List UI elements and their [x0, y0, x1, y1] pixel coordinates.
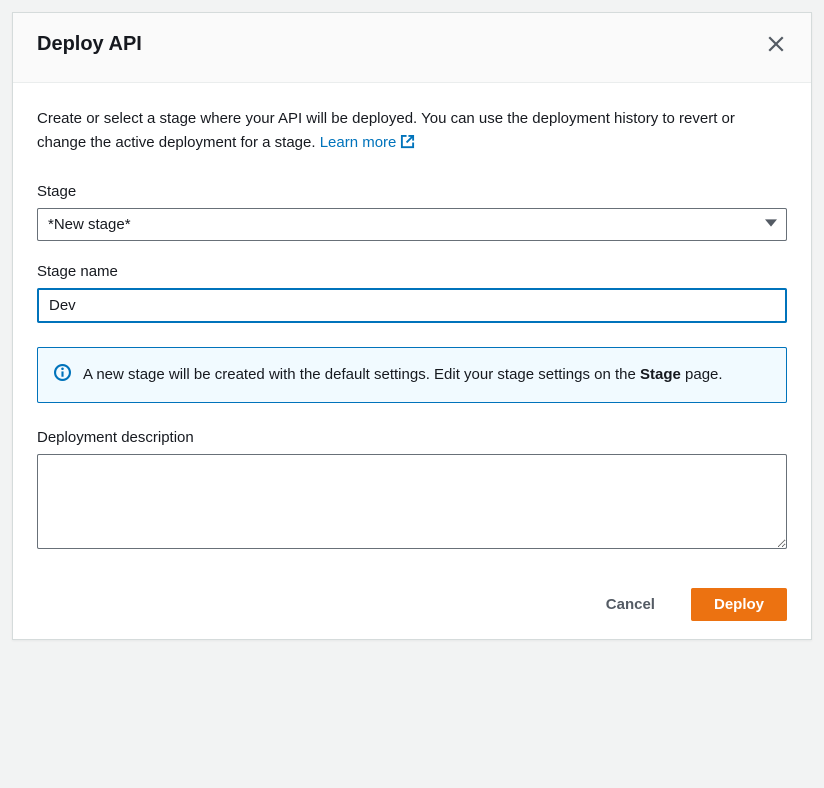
info-box: A new stage will be created with the def… [37, 347, 787, 403]
stage-select[interactable] [37, 208, 787, 241]
info-text-part2: page. [681, 366, 723, 383]
stage-name-input[interactable] [37, 288, 787, 323]
external-link-icon [400, 133, 415, 157]
modal-title: Deploy API [37, 33, 142, 56]
info-text-bold: Stage [640, 366, 681, 383]
info-text: A new stage will be created with the def… [83, 362, 723, 388]
stage-name-label: Stage name [37, 263, 787, 280]
stage-label: Stage [37, 183, 787, 200]
close-icon [767, 35, 785, 56]
modal-footer: Cancel Deploy [13, 574, 811, 639]
deployment-description-input[interactable] [37, 454, 787, 549]
stage-select-wrapper [37, 208, 787, 241]
info-icon [54, 362, 71, 388]
deploy-api-modal: Deploy API Create or select a stage wher… [12, 12, 812, 640]
info-text-part1: A new stage will be created with the def… [83, 366, 640, 383]
stage-name-form-group: Stage name [37, 263, 787, 323]
modal-description: Create or select a stage where your API … [37, 107, 787, 157]
deploy-button[interactable]: Deploy [691, 588, 787, 621]
deployment-description-form-group: Deployment description [37, 429, 787, 554]
modal-header: Deploy API [13, 13, 811, 83]
close-button[interactable] [765, 33, 787, 58]
deployment-description-label: Deployment description [37, 429, 787, 446]
learn-more-text: Learn more [320, 134, 397, 151]
cancel-button[interactable]: Cancel [584, 588, 677, 621]
stage-form-group: Stage [37, 183, 787, 241]
modal-body: Create or select a stage where your API … [13, 83, 811, 574]
learn-more-link[interactable]: Learn more [320, 134, 416, 151]
